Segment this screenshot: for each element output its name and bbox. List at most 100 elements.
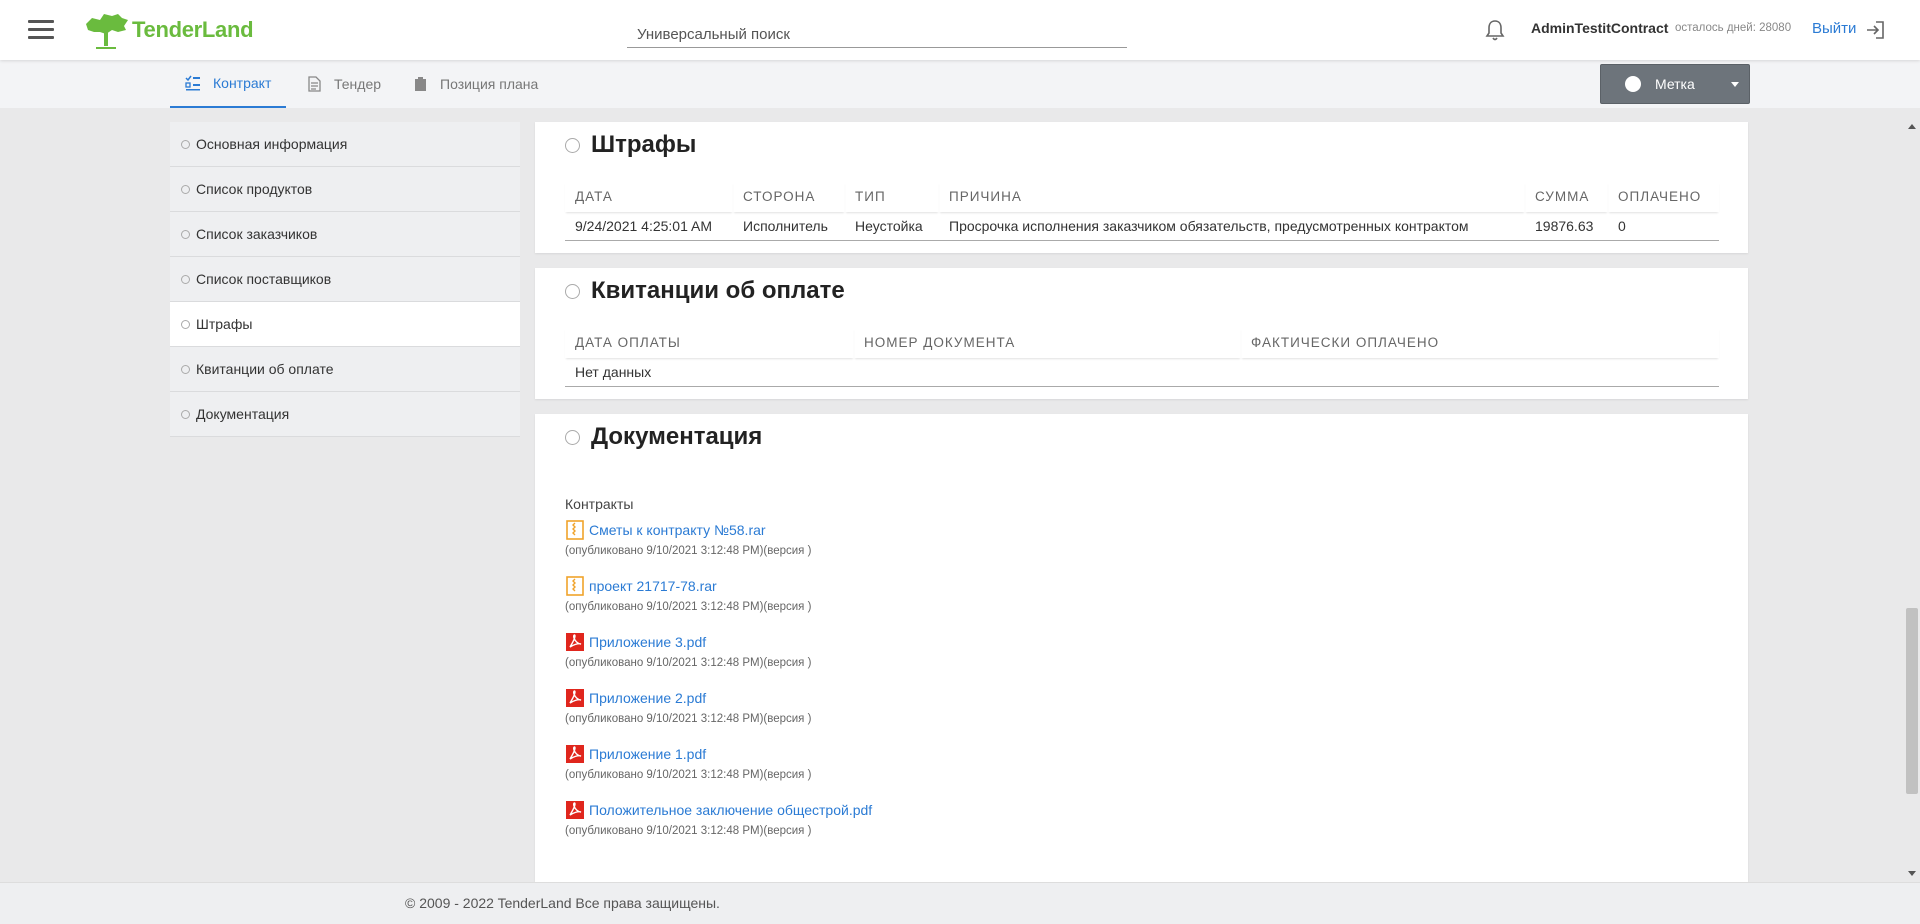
sidebar-item-label: Документация: [196, 406, 290, 422]
column-header[interactable]: ТИП: [845, 181, 939, 212]
document-meta: (опубликовано 9/10/2021 3:12:48 PM)(верс…: [565, 825, 812, 837]
pdf-icon: [566, 745, 584, 763]
fine-reason: Просрочка исполнения заказчиком обязател…: [939, 212, 1525, 241]
document-meta: (опубликовано 9/10/2021 3:12:48 PM)(верс…: [565, 545, 812, 557]
bullet-icon: [181, 139, 190, 149]
tab-contract[interactable]: Контракт: [170, 60, 287, 108]
document-link[interactable]: Положительное заключение общестрой.pdf: [565, 799, 872, 821]
document-link[interactable]: Приложение 2.pdf: [565, 687, 872, 709]
document-name: Положительное заключение общестрой.pdf: [589, 802, 873, 818]
fines-title-text: Штрафы: [591, 131, 697, 158]
table-row[interactable]: 9/24/2021 4:25:01 AM Исполнитель Неустой…: [565, 212, 1719, 241]
document-name: Приложение 3.pdf: [589, 634, 707, 650]
section-ring-icon: [565, 283, 580, 299]
document-name: Приложение 2.pdf: [589, 690, 707, 706]
section-ring-icon: [565, 429, 580, 445]
document-link[interactable]: Приложение 1.pdf: [565, 743, 872, 765]
document-link[interactable]: Сметы к контракту №58.rar: [565, 519, 872, 541]
document-icon: [308, 76, 321, 92]
document-link[interactable]: Приложение 3.pdf: [565, 631, 872, 653]
fines-title: Штрафы: [565, 131, 696, 159]
logo-text: TenderLand: [132, 17, 254, 42]
tab-tender[interactable]: Тендер: [306, 60, 381, 108]
logout-icon[interactable]: [1864, 20, 1886, 40]
tab-contract-label: Контракт: [213, 75, 272, 91]
list-item: Приложение 3.pdf (опубликовано 9/10/2021…: [565, 631, 872, 669]
column-header[interactable]: ПРИЧИНА: [939, 181, 1525, 212]
bell-icon[interactable]: [1484, 18, 1506, 42]
documentation-title-text: Документация: [591, 423, 763, 450]
pdf-icon: [566, 633, 584, 651]
fines-card: Штрафы ДАТА СТОРОНА ТИП ПРИЧИНА СУММА ОП…: [535, 122, 1748, 253]
documentation-title: Документация: [565, 423, 762, 451]
receipts-title-text: Квитанции об оплате: [591, 277, 845, 304]
tab-bar: Контракт Тендер Позиция плана Метка: [0, 60, 1920, 108]
column-header[interactable]: СТОРОНА: [733, 181, 845, 212]
sidebar-item-documentation[interactable]: Документация: [170, 392, 520, 437]
top-header: TenderLand AdminTestitContract осталось …: [0, 0, 1920, 60]
fine-amount: 19876.63: [1525, 212, 1608, 241]
section-nav: Основная информация Список продуктов Спи…: [170, 122, 520, 437]
bullet-icon: [181, 319, 190, 329]
document-meta: (опубликовано 9/10/2021 3:12:48 PM)(верс…: [565, 657, 812, 669]
sidebar-item-label: Основная информация: [196, 136, 348, 152]
document-name: проект 21717-78.rar: [589, 578, 717, 594]
days-left-label: осталось дней: 28080: [1675, 22, 1792, 34]
scroll-thumb[interactable]: [1906, 608, 1918, 794]
sidebar-item-suppliers[interactable]: Список поставщиков: [170, 257, 520, 302]
tab-plan-label: Позиция плана: [440, 76, 539, 92]
document-name: Приложение 1.pdf: [589, 746, 707, 762]
tab-tender-label: Тендер: [334, 76, 382, 92]
receipts-title: Квитанции об оплате: [565, 277, 845, 305]
document-link[interactable]: проект 21717-78.rar: [565, 575, 872, 597]
username[interactable]: AdminTestitContract: [1531, 20, 1668, 36]
fine-date: 9/24/2021 4:25:01 AM: [565, 212, 733, 241]
logo[interactable]: TenderLand: [82, 10, 254, 50]
tab-plan-position[interactable]: Позиция плана: [412, 60, 538, 108]
list-item: проект 21717-78.rar (опубликовано 9/10/2…: [565, 575, 872, 613]
list-item: Сметы к контракту №58.rar (опубликовано …: [565, 519, 872, 557]
sidebar-item-products[interactable]: Список продуктов: [170, 167, 520, 212]
column-header[interactable]: ДАТА ОПЛАТЫ: [565, 327, 854, 358]
sidebar-item-customers[interactable]: Список заказчиков: [170, 212, 520, 257]
sidebar-item-fines[interactable]: Штрафы: [170, 302, 520, 347]
logout-button[interactable]: Выйти: [1812, 20, 1856, 37]
bullet-icon: [181, 229, 190, 239]
scroll-up-icon[interactable]: [1908, 124, 1916, 129]
sidebar-item-label: Список поставщиков: [196, 271, 332, 287]
sidebar-item-label: Штрафы: [196, 316, 253, 332]
bullet-icon: [181, 184, 190, 194]
column-header[interactable]: СУММА: [1525, 181, 1608, 212]
tree-logo-icon: [86, 14, 128, 49]
pdf-icon: [566, 801, 584, 819]
bullet-icon: [181, 409, 190, 419]
mark-circle-icon: [1625, 76, 1641, 92]
receipts-table: ДАТА ОПЛАТЫ НОМЕР ДОКУМЕНТА ФАКТИЧЕСКИ О…: [565, 327, 1719, 387]
column-header[interactable]: ОПЛАЧЕНО: [1608, 181, 1719, 212]
sidebar-item-receipts[interactable]: Квитанции об оплате: [170, 347, 520, 392]
documents-group-label: Контракты: [565, 496, 634, 512]
document-name: Сметы к контракту №58.rar: [589, 522, 766, 538]
chevron-down-icon[interactable]: [1721, 65, 1749, 103]
documents-list: Контракты Сметы к контракту №58.rar (опу…: [565, 496, 872, 855]
sidebar-item-label: Список продуктов: [196, 181, 313, 197]
column-header[interactable]: ДАТА: [565, 181, 733, 212]
page-footer: © 2009 - 2022 TenderLand Все права защищ…: [0, 882, 1920, 924]
sidebar-item-label: Квитанции об оплате: [196, 361, 334, 377]
archive-icon: [566, 576, 584, 596]
pdf-icon: [566, 689, 584, 707]
page-scrollbar[interactable]: [1904, 118, 1920, 882]
list-item: Приложение 1.pdf (опубликовано 9/10/2021…: [565, 743, 872, 781]
column-header[interactable]: ФАКТИЧЕСКИ ОПЛАЧЕНО: [1241, 327, 1719, 358]
list-item: Приложение 2.pdf (опубликовано 9/10/2021…: [565, 687, 872, 725]
mark-button[interactable]: Метка: [1600, 64, 1750, 104]
document-meta: (опубликовано 9/10/2021 3:12:48 PM)(верс…: [565, 713, 812, 725]
menu-icon[interactable]: [28, 20, 54, 40]
column-header[interactable]: НОМЕР ДОКУМЕНТА: [854, 327, 1241, 358]
sidebar-item-main-info[interactable]: Основная информация: [170, 122, 520, 167]
universal-search-input[interactable]: [627, 18, 1127, 48]
fines-table: ДАТА СТОРОНА ТИП ПРИЧИНА СУММА ОПЛАЧЕНО …: [565, 181, 1719, 241]
table-row: Нет данных: [565, 358, 1719, 387]
scroll-down-icon[interactable]: [1908, 871, 1916, 876]
document-meta: (опубликовано 9/10/2021 3:12:48 PM)(верс…: [565, 601, 812, 613]
